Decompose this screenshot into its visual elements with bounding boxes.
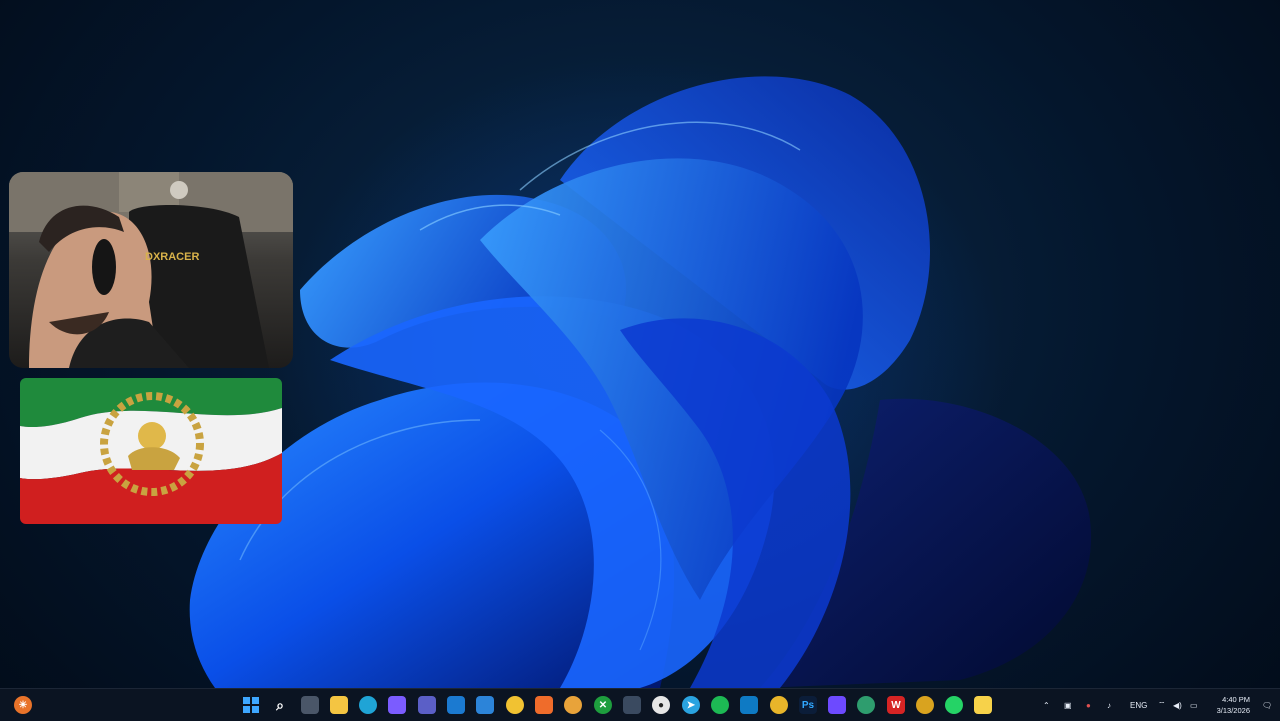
flag-overlay xyxy=(20,378,282,524)
whatsapp-icon[interactable] xyxy=(945,696,963,714)
edge-dev-icon[interactable] xyxy=(857,696,875,714)
task-view-icon[interactable] xyxy=(301,696,319,714)
teams-icon[interactable] xyxy=(418,696,436,714)
wifi-icon[interactable]: ⌔ xyxy=(1158,689,1166,721)
file-explorer-icon[interactable] xyxy=(330,696,348,714)
brave-icon[interactable] xyxy=(535,696,553,714)
chrome-icon[interactable] xyxy=(770,696,788,714)
battery-icon[interactable]: ▭ xyxy=(1190,689,1198,721)
clock-time: 4:40 PM xyxy=(1222,695,1250,704)
obs-icon[interactable]: ● xyxy=(652,696,670,714)
webcam-feed: DXRACER xyxy=(9,172,293,368)
language-indicator[interactable]: ENG xyxy=(1130,689,1147,721)
notification-icon[interactable]: 🗨 xyxy=(1262,689,1272,721)
clock-date: 3/13/2026 xyxy=(1216,706,1250,715)
vscode-icon[interactable] xyxy=(740,696,758,714)
widgets-icon[interactable]: ☀ xyxy=(14,696,32,714)
spotify-icon[interactable] xyxy=(711,696,729,714)
outlook-icon[interactable] xyxy=(447,696,465,714)
chrome-icon[interactable] xyxy=(506,696,524,714)
media-player-icon[interactable] xyxy=(623,696,641,714)
chair-brand-label: DXRACER xyxy=(145,251,199,263)
photoshop-icon[interactable]: Ps xyxy=(799,696,817,714)
volume-icon[interactable]: ◀) xyxy=(1173,689,1182,721)
proton-icon[interactable] xyxy=(828,696,846,714)
tray-app-icon[interactable]: ▣ xyxy=(1064,689,1072,721)
copilot-icon[interactable] xyxy=(388,696,406,714)
mail-icon[interactable] xyxy=(476,696,494,714)
lion-and-sun-flag xyxy=(20,378,282,524)
telegram-icon[interactable]: ➤ xyxy=(682,696,700,714)
taskbar: ☀ ⌕ ✕ ● ➤ Ps W ⌃ ▣ ● ♪ ENG ⌔ ◀) ▭ 4:40 P… xyxy=(0,688,1280,721)
wps-icon[interactable]: W xyxy=(887,696,905,714)
desktop[interactable]: DXRACER xyxy=(0,0,1280,688)
xbox-icon[interactable]: ✕ xyxy=(594,696,612,714)
tray-recording-icon[interactable]: ● xyxy=(1086,689,1091,721)
search-icon[interactable]: ⌕ xyxy=(271,696,289,714)
start-icon[interactable] xyxy=(242,696,260,714)
show-hidden-icons-icon[interactable]: ⌃ xyxy=(1043,689,1050,721)
microphone-icon[interactable]: ♪ xyxy=(1107,689,1111,721)
chrome-icon[interactable] xyxy=(916,696,934,714)
chrome-canary-icon[interactable] xyxy=(564,696,582,714)
sticky-notes-icon[interactable] xyxy=(974,696,992,714)
edge-icon[interactable] xyxy=(359,696,377,714)
webcam-overlay: DXRACER xyxy=(9,172,293,368)
clock[interactable]: 4:40 PM 3/13/2026 xyxy=(1198,694,1250,716)
